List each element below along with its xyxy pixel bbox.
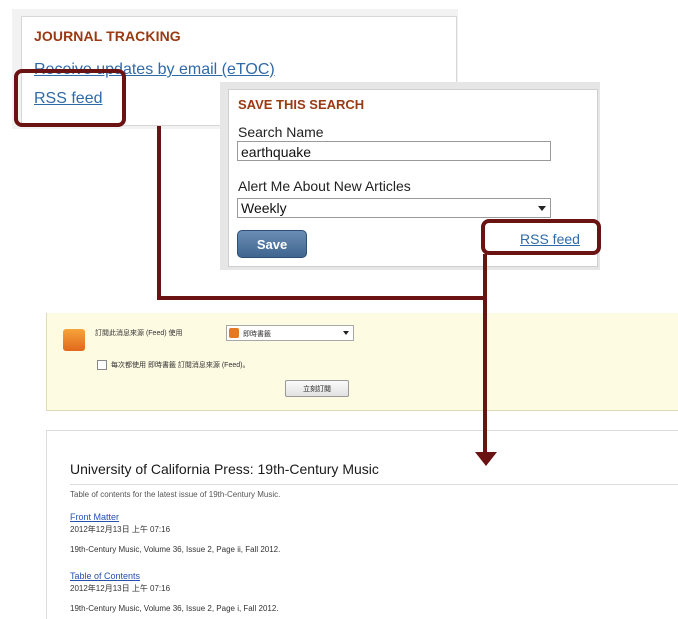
save-button[interactable]: Save [237, 230, 307, 258]
feed-subtitle: Table of contents for the latest issue o… [70, 490, 281, 499]
save-search-title: SAVE THIS SEARCH [238, 97, 365, 112]
alert-frequency-value: Weekly [241, 200, 287, 216]
chevron-down-icon [538, 206, 546, 211]
feed-title: University of California Press: 19th-Cen… [70, 461, 379, 477]
connector-line-left [157, 126, 161, 300]
subscribe-text: 訂閱此消息來源 (Feed) 使用 [95, 330, 183, 337]
always-use-checkbox[interactable] [97, 360, 107, 370]
feed-item-desc-1: 19th-Century Music, Volume 36, Issue 2, … [70, 604, 279, 613]
chevron-down-icon [343, 331, 349, 335]
always-use-text: 每次都使用 即時書籤 訂閱消息來源 (Feed)。 [111, 362, 250, 369]
rss-icon [63, 329, 85, 351]
search-name-input[interactable]: earthquake [237, 141, 551, 161]
alert-frequency-select[interactable]: Weekly [237, 198, 551, 218]
search-name-label: Search Name [238, 124, 324, 140]
arrow-down-icon [475, 452, 497, 466]
connector-line-horizontal [157, 296, 487, 300]
journal-tracking-title: JOURNAL TRACKING [34, 28, 181, 44]
rss-highlight-box-left [14, 69, 126, 127]
feed-item-desc-0: 19th-Century Music, Volume 36, Issue 2, … [70, 545, 281, 554]
feed-item-title-1[interactable]: Table of Contents [70, 571, 140, 581]
feed-item-date-1: 2012年12月13日 上午 07:16 [70, 584, 171, 593]
feed-divider [70, 484, 678, 485]
feed-item-date-0: 2012年12月13日 上午 07:16 [70, 525, 171, 534]
rss-highlight-box-right [481, 219, 601, 255]
connector-line-right-down [483, 298, 487, 454]
feed-reader-select[interactable]: 即時書籤 [226, 325, 354, 341]
subscribe-now-button[interactable]: 立刻訂閱 [285, 380, 349, 397]
alert-label: Alert Me About New Articles [238, 178, 411, 194]
connector-line-right-top [483, 254, 487, 300]
rss-icon [229, 328, 239, 338]
feed-reader-value: 即時書籤 [243, 331, 271, 338]
feed-item-title-0[interactable]: Front Matter [70, 512, 119, 522]
